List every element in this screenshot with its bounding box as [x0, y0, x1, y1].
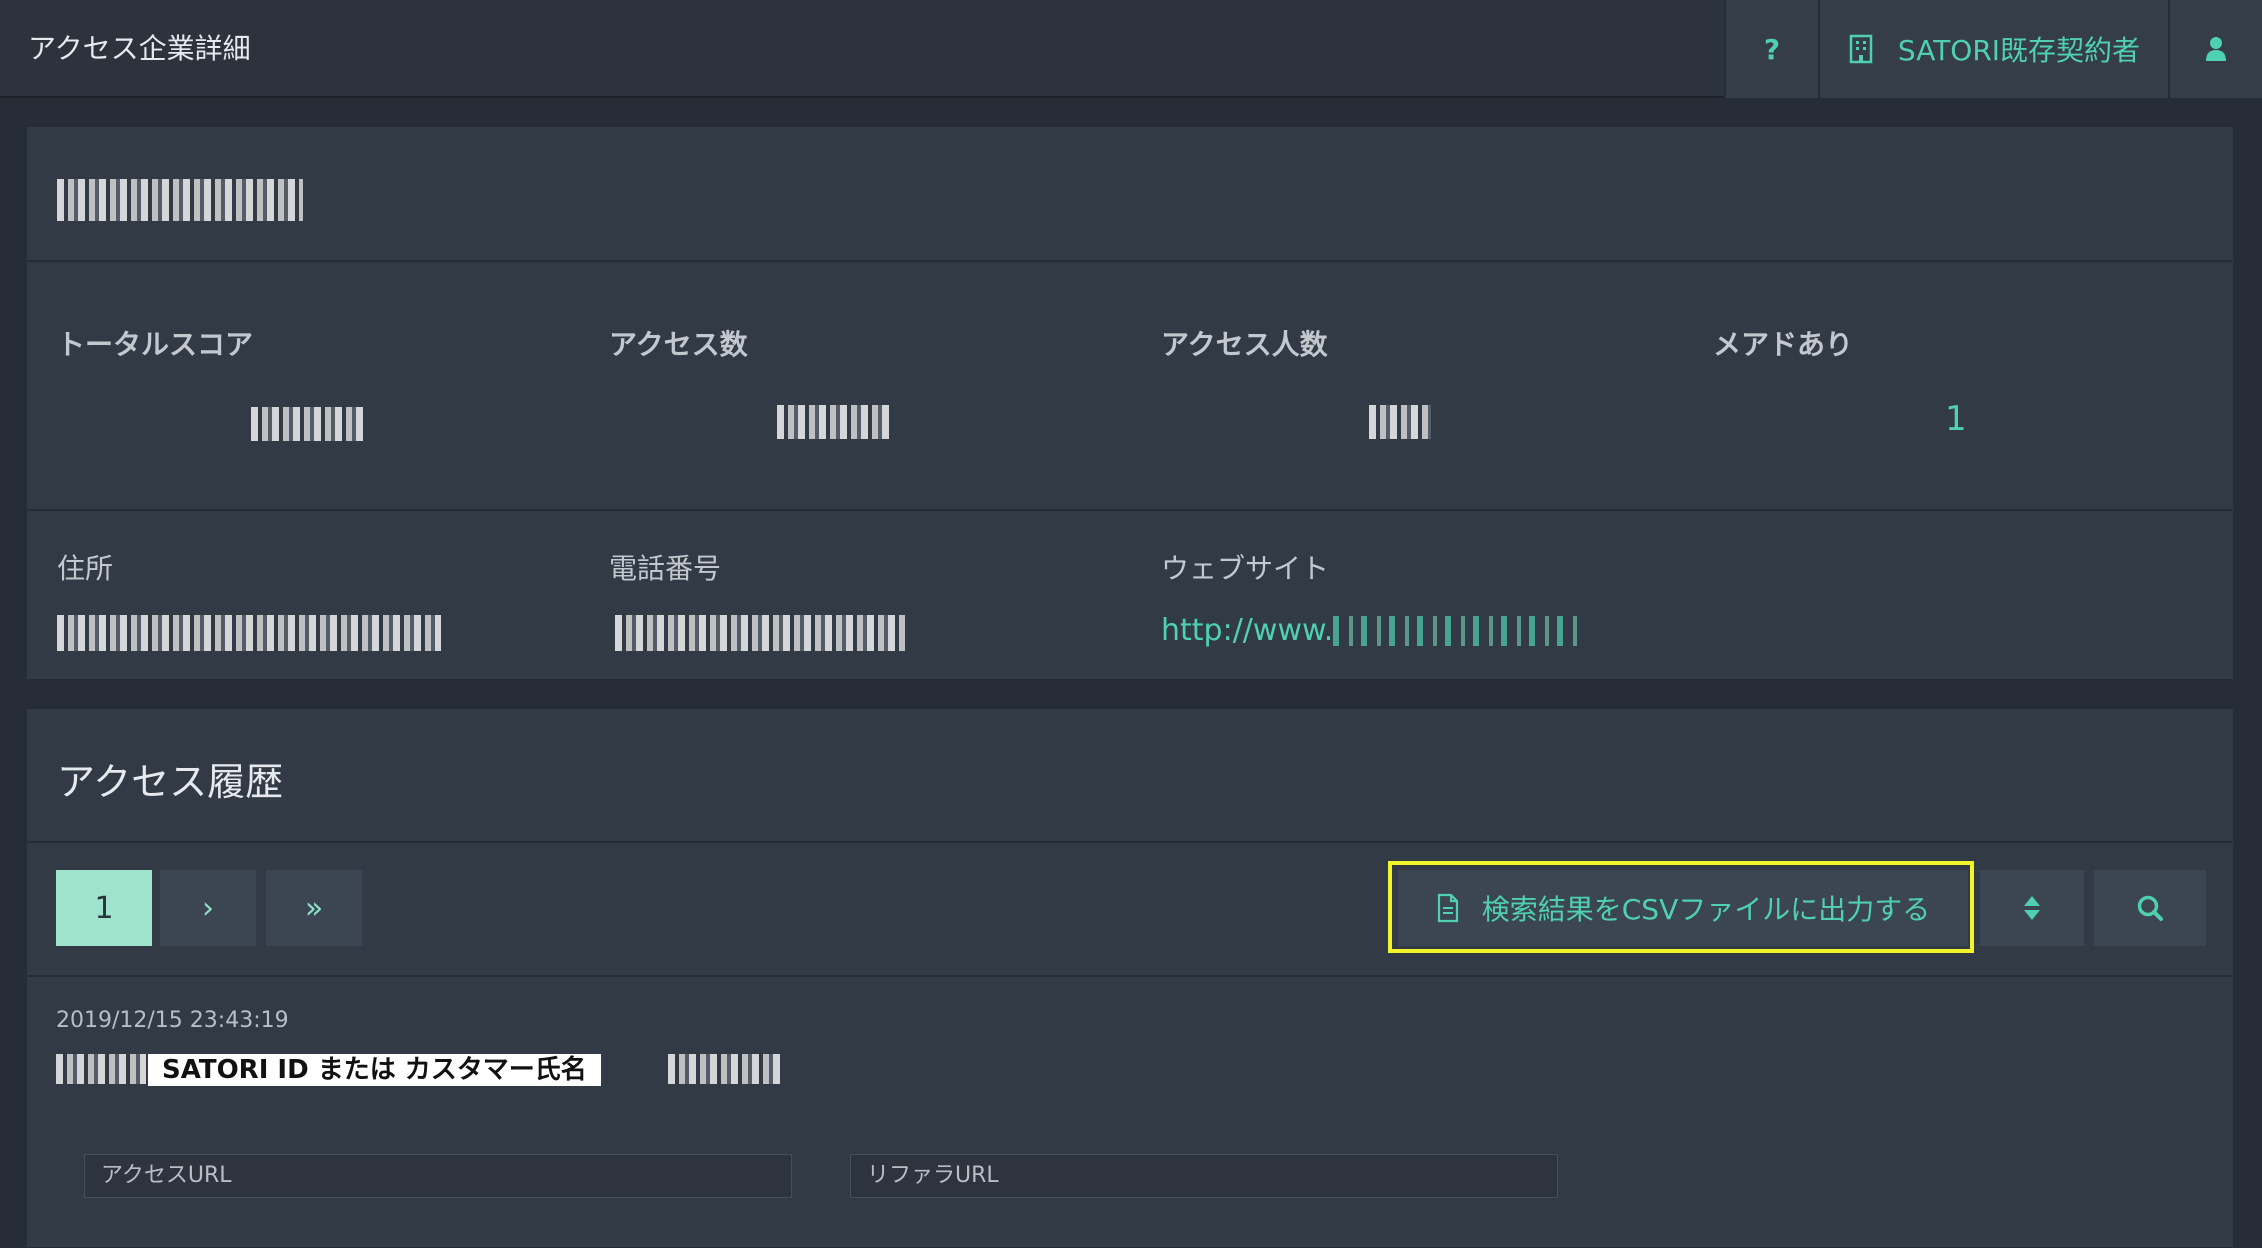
entry-timestamp: 2019/12/15 23:43:19	[56, 1008, 289, 1033]
sort-icon	[2024, 896, 2040, 920]
address-label: 住所	[57, 552, 114, 585]
access-count-label: アクセス数	[609, 328, 748, 361]
website-link[interactable]: http://www.	[1161, 613, 1580, 648]
pagination-next-button[interactable]: ›	[160, 870, 256, 946]
company-panel: トータルスコア アクセス数 アクセス人数 メアドあり 1 住所 電話番号 ウェブ…	[26, 126, 2234, 680]
sort-button[interactable]	[1980, 870, 2084, 946]
has-email-value[interactable]: 1	[1945, 399, 1967, 439]
help-button[interactable]: ?	[1724, 0, 1818, 98]
website-label: ウェブサイト	[1161, 552, 1330, 585]
top-bar: アクセス企業詳細 ? SATORI既存契約者	[0, 0, 2262, 98]
website-link-prefix: http://www.	[1161, 613, 1334, 648]
csv-export-highlight-box	[1388, 861, 1974, 953]
total-score-label: トータルスコア	[57, 328, 254, 361]
total-score-value-redacted	[251, 407, 363, 441]
account-type-button[interactable]: SATORI既存契約者	[1818, 0, 2168, 98]
access-people-label: アクセス人数	[1161, 328, 1328, 361]
pagination-last-button[interactable]: »	[266, 870, 362, 946]
referrer-url-field[interactable]: リファラURL	[850, 1154, 1558, 1198]
entry-name-label[interactable]: SATORI ID または カスタマー氏名	[148, 1054, 601, 1086]
search-button[interactable]	[2094, 870, 2206, 946]
has-email-label: メアドあり	[1713, 328, 1854, 361]
history-title: アクセス履歴	[57, 760, 284, 804]
entry-id-redacted-left	[56, 1054, 146, 1084]
search-icon	[2137, 895, 2163, 921]
pagination-page-1[interactable]: 1	[56, 870, 152, 946]
entry-id-redacted-right	[668, 1054, 780, 1084]
phone-value-redacted	[615, 615, 905, 651]
address-value-redacted	[57, 615, 441, 651]
user-menu-button[interactable]	[2168, 0, 2262, 98]
question-icon: ?	[1763, 32, 1781, 66]
access-url-field[interactable]: アクセスURL	[84, 1154, 792, 1198]
page-title: アクセス企業詳細	[28, 32, 251, 65]
phone-label: 電話番号	[609, 552, 722, 585]
user-icon	[2206, 37, 2226, 61]
website-domain-redacted	[1333, 615, 1580, 646]
access-count-value-redacted	[777, 405, 889, 439]
account-type-label: SATORI既存契約者	[1897, 34, 2141, 67]
access-people-value-redacted	[1369, 405, 1431, 439]
company-name-redacted	[57, 179, 303, 221]
building-icon	[1849, 34, 1873, 64]
